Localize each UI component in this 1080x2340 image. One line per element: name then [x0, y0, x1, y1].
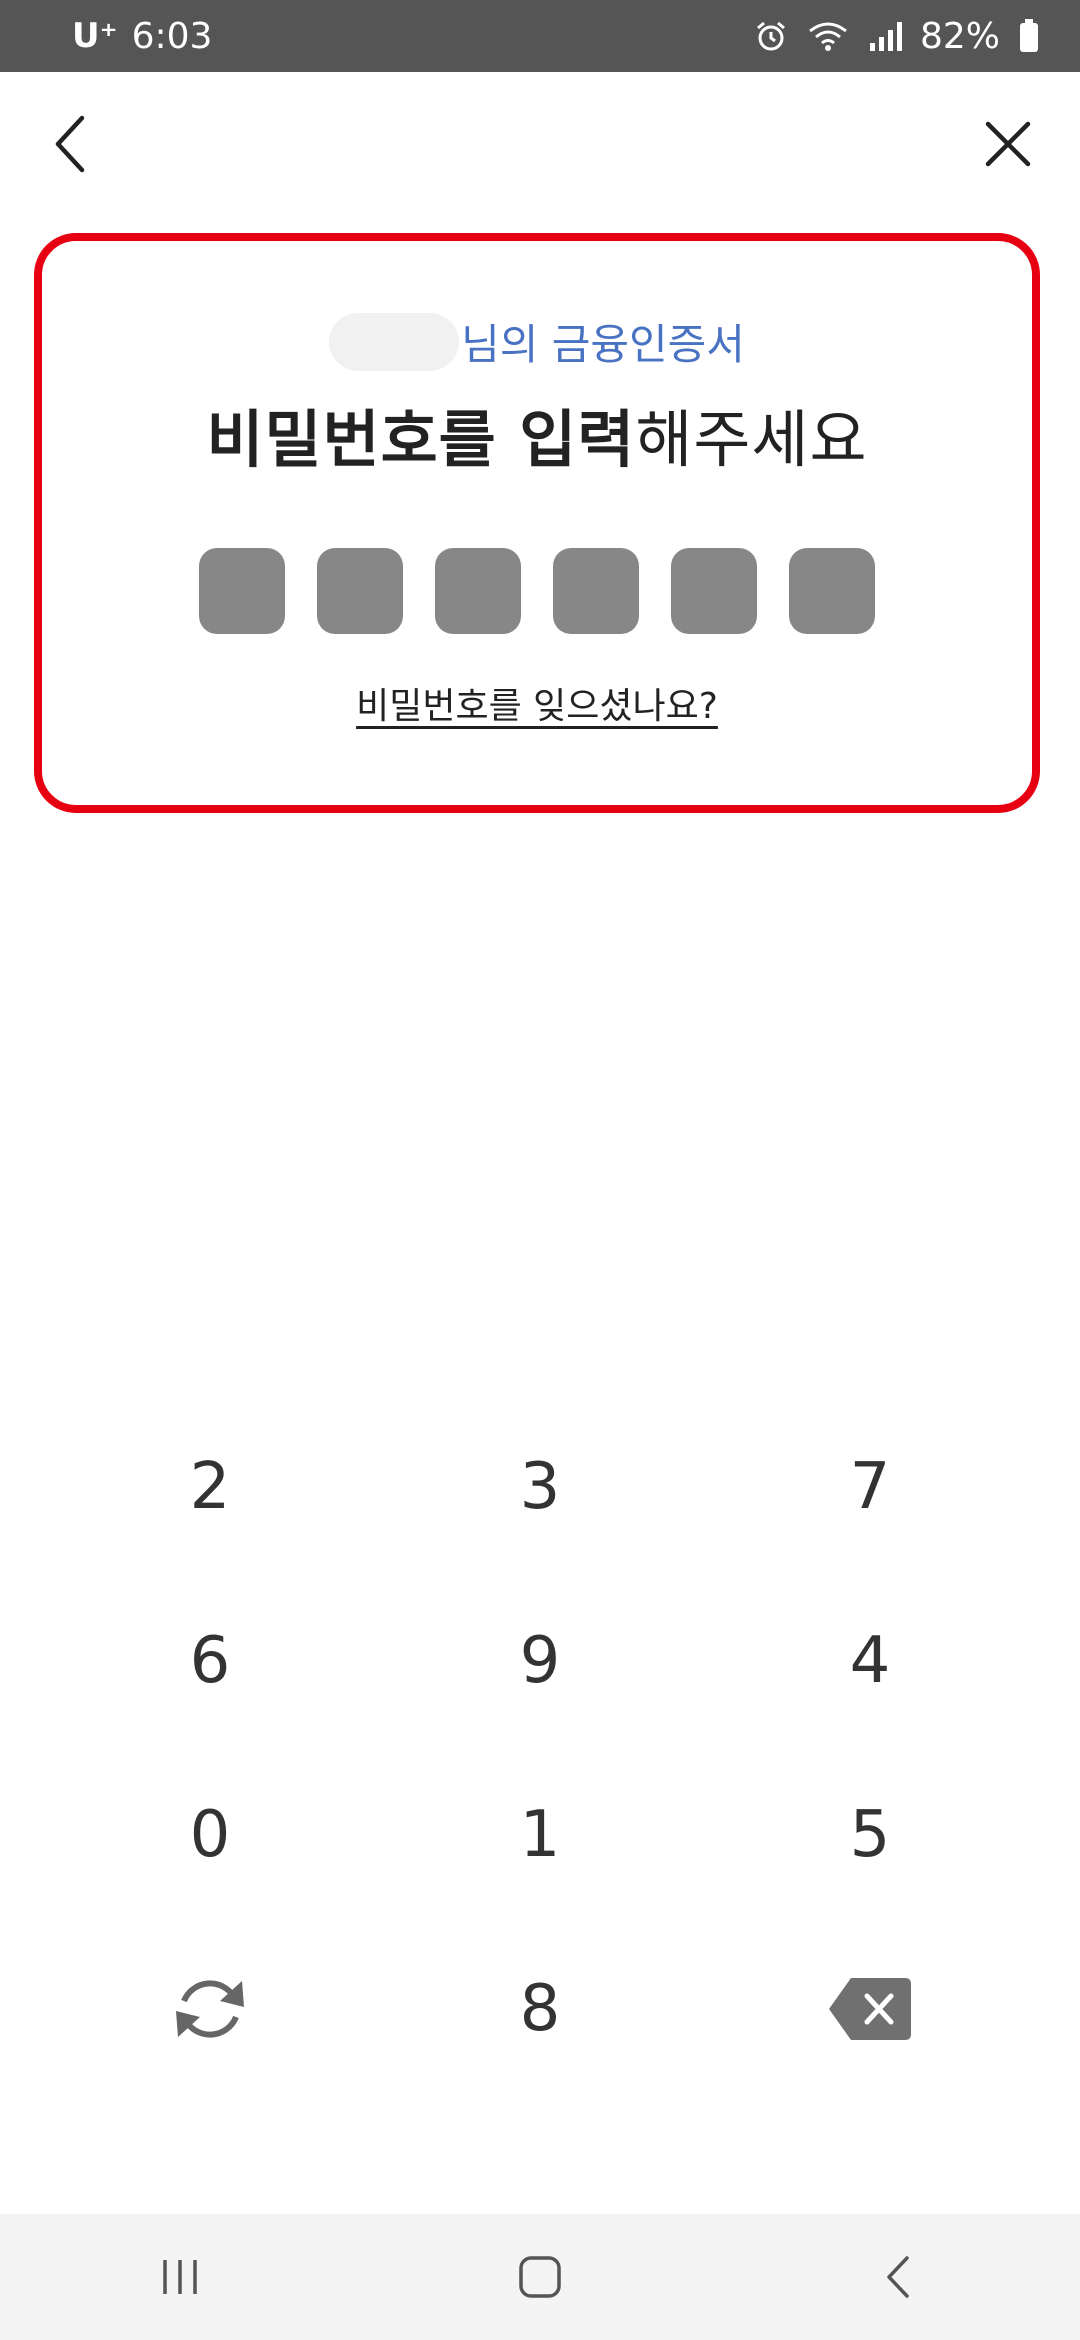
system-back-button[interactable]: [840, 2227, 960, 2327]
alarm-icon: [754, 19, 788, 53]
home-button[interactable]: [480, 2227, 600, 2327]
forgot-password-link[interactable]: 비밀번호를 잊으셨나요?: [356, 686, 718, 727]
status-right: 82%: [754, 16, 1040, 57]
certificate-label: 님의 금융인증서: [461, 320, 745, 369]
pin-digit-box: [789, 548, 875, 634]
masked-user-name: [329, 312, 460, 371]
top-app-bar: [0, 72, 1080, 222]
page-title: 비밀번호를 입력해주세요: [42, 389, 1032, 479]
key-9[interactable]: 9: [420, 1574, 660, 1748]
close-icon: [985, 121, 1031, 167]
chevron-left-icon: [55, 115, 85, 173]
pin-digit-box: [317, 548, 403, 634]
recent-apps-icon: [163, 2260, 197, 2294]
title-bold-part: 비밀번호를 입력: [206, 403, 636, 476]
pin-digit-box: [553, 548, 639, 634]
password-card: 님의 금융인증서 비밀번호를 입력해주세요 비밀번호를 잊으셨나요?: [34, 233, 1040, 813]
home-icon: [519, 2256, 561, 2298]
backspace-icon: [829, 1978, 911, 2040]
key-8[interactable]: 8: [420, 1922, 660, 2096]
key-2[interactable]: 2: [0, 1400, 420, 1574]
key-0[interactable]: 0: [0, 1748, 420, 1922]
key-7[interactable]: 7: [660, 1400, 1080, 1574]
battery-icon: [1018, 18, 1040, 54]
back-button[interactable]: [40, 112, 104, 176]
key-1[interactable]: 1: [420, 1748, 660, 1922]
pin-digit-box: [199, 548, 285, 634]
key-3[interactable]: 3: [420, 1400, 660, 1574]
backspace-button[interactable]: [660, 1922, 1080, 2096]
number-keypad: 2 3 7 6 9 4 0 1 5 8: [0, 1400, 1080, 2096]
key-5[interactable]: 5: [660, 1748, 1080, 1922]
title-normal-part: 해주세요: [635, 403, 868, 476]
carrier-label: U⁺: [72, 16, 118, 56]
close-button[interactable]: [976, 112, 1040, 176]
wifi-icon: [806, 19, 850, 53]
shuffle-keypad-button[interactable]: [0, 1922, 420, 2096]
forgot-password-row: 비밀번호를 잊으셨나요?: [42, 677, 1032, 729]
pin-indicator-row: [42, 548, 1032, 634]
pin-digit-box: [435, 548, 521, 634]
pin-digit-box: [671, 548, 757, 634]
certificate-owner-line: 님의 금융인증서: [42, 311, 1032, 372]
signal-icon: [868, 19, 902, 53]
key-6[interactable]: 6: [0, 1574, 420, 1748]
key-4[interactable]: 4: [660, 1574, 1080, 1748]
status-time: 6:03: [131, 15, 213, 57]
system-nav-bar: [0, 2214, 1080, 2340]
refresh-icon: [176, 1980, 244, 2038]
status-left: U⁺ 6:03: [72, 16, 212, 57]
battery-percent: 82%: [919, 15, 1000, 57]
status-bar: U⁺ 6:03 82%: [0, 0, 1080, 72]
recent-apps-button[interactable]: [120, 2227, 240, 2327]
back-icon: [887, 2256, 909, 2298]
